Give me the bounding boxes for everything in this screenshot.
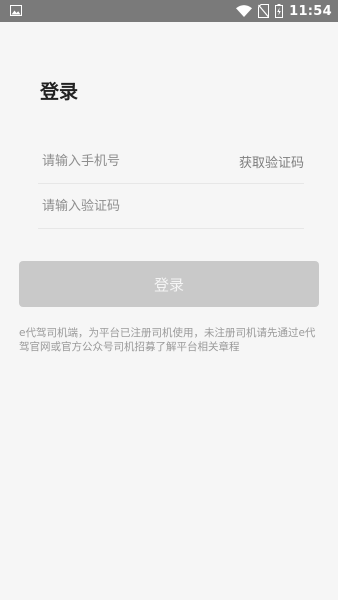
get-code-button[interactable]: 获取验证码	[239, 152, 304, 171]
battery-charging-icon	[275, 4, 284, 18]
wifi-icon	[236, 5, 253, 17]
image-icon	[10, 5, 22, 16]
status-bar: 11:54	[0, 0, 338, 22]
phone-input[interactable]	[38, 146, 222, 176]
phone-row: 获取验证码	[38, 139, 304, 184]
login-button[interactable]: 登录	[19, 261, 319, 307]
driver-notice: e代驾司机端，为平台已注册司机使用，未注册司机请先通过e代驾官网或官方公众号司机…	[19, 327, 316, 353]
code-input[interactable]	[38, 191, 222, 221]
status-time: 11:54	[289, 3, 332, 19]
code-row	[38, 184, 304, 229]
page-title: 登录	[40, 81, 79, 103]
status-icons: 11:54	[236, 0, 332, 22]
no-sim-icon	[258, 4, 270, 18]
